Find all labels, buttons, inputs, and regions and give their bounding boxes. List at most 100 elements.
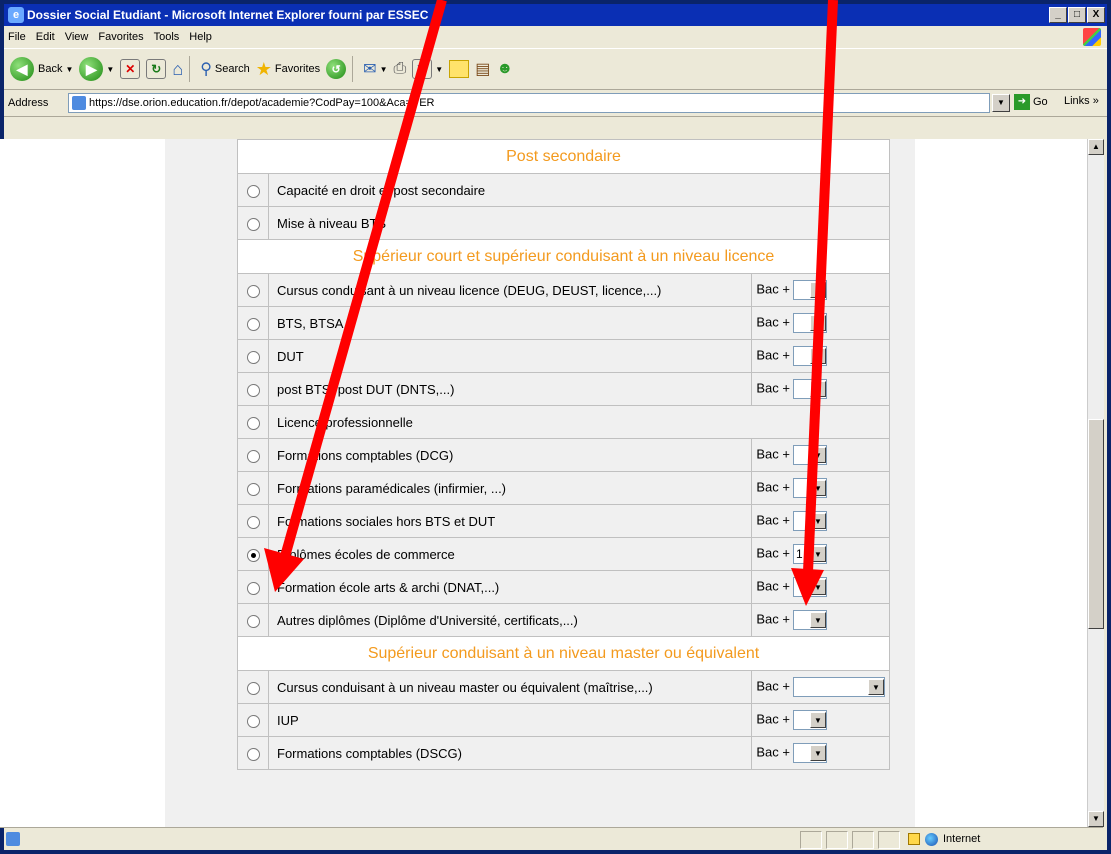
bac-level-cell: Bac + ▼ [751,603,890,637]
forward-button[interactable]: ▶ ▼ [79,57,114,81]
option-row: Mise à niveau BTS [237,206,890,240]
chevron-down-icon[interactable]: ▼ [810,381,826,397]
maximize-button[interactable]: □ [1068,7,1086,23]
option-radio[interactable] [246,581,260,595]
status-bar: Internet [0,827,1103,851]
menu-tools[interactable]: Tools [154,31,180,43]
chevron-down-icon[interactable]: ▼ [810,546,826,562]
menu-help[interactable]: Help [189,31,212,43]
section-header-row: Post secondaire [237,139,890,174]
option-radio[interactable] [246,184,260,198]
menu-file[interactable]: File [8,31,26,43]
bac-level-select[interactable]: ▼ [793,577,827,597]
menu-view[interactable]: View [65,31,89,43]
option-radio[interactable] [246,350,260,364]
windows-flag-icon [1083,28,1101,46]
bac-level-select[interactable]: ▼ [793,313,827,333]
print-button[interactable]: ⎙ [393,60,406,78]
bac-level-select[interactable]: ▼ [793,478,827,498]
bac-level-select[interactable]: 1 ▼ [793,544,827,564]
back-button[interactable]: ◀ Back ▼ [10,57,73,81]
option-radio[interactable] [246,482,260,496]
edit-button[interactable]: W ▼ [412,59,443,79]
bac-level-select[interactable]: ▼ [793,677,885,697]
page-status-icon [6,832,20,846]
option-radio[interactable] [246,714,260,728]
menu-edit[interactable]: Edit [36,31,55,43]
bac-level-value: 1 [796,547,803,561]
bac-level-select[interactable]: ▼ [793,445,827,465]
status-pane [800,831,822,849]
option-radio[interactable] [246,614,260,628]
bac-level-select[interactable]: ▼ [793,280,827,300]
bac-label: Bac + [756,281,790,297]
bac-level-cell: Bac + ▼ [751,339,890,373]
radio-cell [237,703,269,737]
option-radio[interactable] [246,317,260,331]
bac-level-select[interactable]: ▼ [793,346,827,366]
bac-level-cell: Bac + ▼ [751,736,890,770]
page-viewport: Post secondaire Capacité en droit et post… [0,139,1087,827]
minimize-button[interactable]: _ [1049,7,1067,23]
bac-level-select[interactable]: ▼ [793,710,827,730]
bac-label: Bac + [756,744,790,760]
links-button[interactable]: Links » [1064,95,1099,107]
favorites-label: Favorites [274,63,321,75]
option-radio[interactable] [246,515,260,529]
bac-level-select[interactable]: ▼ [793,743,827,763]
chevron-down-icon: ▼ [435,64,444,74]
scroll-down-button[interactable]: ▼ [1088,811,1104,827]
option-radio[interactable] [246,217,260,231]
option-row: Formations comptables (DCG) Bac + ▼ [237,438,890,472]
search-icon: ⚲ [200,61,212,78]
option-row: BTS, BTSA Bac + ▼ [237,306,890,340]
research-button[interactable]: ▤ [475,59,490,79]
scroll-thumb[interactable] [1088,419,1104,629]
bac-level-select[interactable]: ▼ [793,379,827,399]
option-radio[interactable] [246,747,260,761]
close-button[interactable]: X [1087,7,1105,23]
history-button[interactable]: ↺ [326,59,347,79]
chevron-down-icon[interactable]: ▼ [810,315,826,331]
chevron-down-icon[interactable]: ▼ [810,513,826,529]
chevron-down-icon[interactable]: ▼ [810,348,826,364]
chevron-down-icon[interactable]: ▼ [810,579,826,595]
back-label: Back [38,63,63,75]
option-radio[interactable] [246,548,260,562]
section-header: Supérieur conduisant à un niveau master … [237,636,890,671]
chevron-down-icon[interactable]: ▼ [810,612,826,628]
option-label: Capacité en droit et post secondaire [268,173,890,207]
address-dropdown-button[interactable]: ▼ [992,94,1010,112]
chevron-down-icon[interactable]: ▼ [810,745,826,761]
radio-cell [237,306,269,340]
chevron-down-icon[interactable]: ▼ [810,282,826,298]
chevron-down-icon[interactable]: ▼ [810,712,826,728]
bac-level-select[interactable]: ▼ [793,610,827,630]
chevron-down-icon[interactable]: ▼ [868,679,884,695]
option-radio[interactable] [246,416,260,430]
address-input[interactable]: https://dse.orion.education.fr/depot/aca… [68,93,990,113]
search-button[interactable]: ⚲ Search [200,59,250,79]
option-row: Formation école arts & archi (DNAT,...) B… [237,570,890,604]
bac-level-cell: Bac +1 ▼ [751,537,890,571]
chevron-down-icon[interactable]: ▼ [810,480,826,496]
notes-button[interactable] [449,60,470,78]
stop-button[interactable]: ✕ [120,59,141,79]
menu-favorites[interactable]: Favorites [98,31,143,43]
chevron-down-icon[interactable]: ▼ [810,447,826,463]
go-button[interactable]: ➜ Go [1014,94,1048,110]
mail-button[interactable]: ✉ ▼ [363,59,387,79]
refresh-button[interactable]: ↻ [146,59,167,79]
messenger-button[interactable]: ☻ [496,60,513,78]
vertical-scrollbar[interactable]: ▲ ▼ [1087,139,1104,827]
bac-level-select[interactable]: ▼ [793,511,827,531]
favorites-button[interactable]: ★ Favorites [256,59,320,80]
option-label: Formation école arts & archi (DNAT,...) [267,570,753,604]
option-radio[interactable] [246,284,260,298]
option-radio[interactable] [246,383,260,397]
home-button[interactable]: ⌂ [172,59,183,80]
go-arrow-icon: ➜ [1014,94,1030,110]
scroll-up-button[interactable]: ▲ [1088,139,1104,155]
option-radio[interactable] [246,681,260,695]
option-radio[interactable] [246,449,260,463]
